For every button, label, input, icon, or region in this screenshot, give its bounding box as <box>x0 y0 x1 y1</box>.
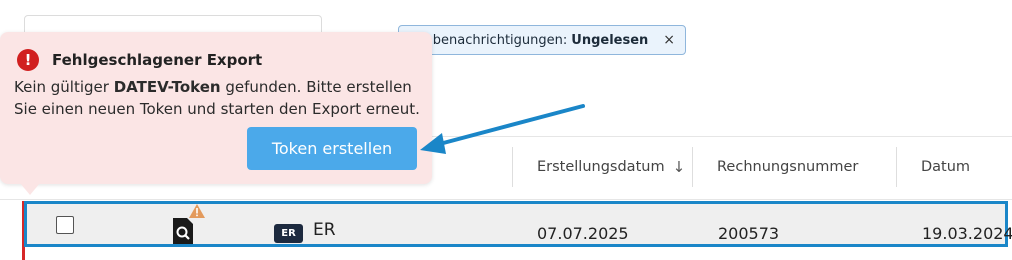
close-icon[interactable]: × <box>663 32 675 48</box>
export-error-popup: ! Fehlgeschlagener Export Kein gültiger … <box>0 32 432 184</box>
cell-erstellungsdatum: 07.07.2025 <box>537 224 629 243</box>
popup-message: Kein gültiger DATEV-Token gefunden. Bitt… <box>14 76 424 120</box>
sort-down-icon[interactable]: ↓ <box>673 158 686 176</box>
filter-chip-value: Ungelesen <box>571 32 649 48</box>
column-header-label: Rechnungsnummer <box>717 159 859 175</box>
table-row[interactable]: ER ER 07.07.2025 200573 19.03.2024 <box>24 201 1012 247</box>
error-icon: ! <box>17 49 39 71</box>
popup-message-token: DATEV-Token <box>113 78 221 96</box>
column-header-rechnungsnummer[interactable]: Rechnungsnummer <box>692 147 896 187</box>
column-header-erstellungsdatum[interactable]: Erstellungsdatum ↓ <box>512 147 692 187</box>
popup-title: Fehlgeschlagener Export <box>52 51 263 69</box>
cell-datum: 19.03.2024 <box>922 224 1012 243</box>
warning-icon <box>189 204 205 218</box>
column-header-datum[interactable]: Datum <box>896 147 1012 187</box>
document-search-icon[interactable] <box>173 218 193 244</box>
cell-rechnungsnummer: 200573 <box>718 224 780 243</box>
filter-chip-notifications[interactable]: tembenachrichtigungen: Ungelesen × <box>398 25 686 55</box>
type-badge: ER <box>274 224 303 243</box>
type-label: ER <box>313 220 336 240</box>
column-header-label: Datum <box>921 159 971 175</box>
popup-message-prefix: Kein gültiger <box>14 78 114 96</box>
row-checkbox[interactable] <box>56 216 74 234</box>
column-header-label: Erstellungsdatum <box>537 159 665 175</box>
create-token-button[interactable]: Token erstellen <box>247 127 417 170</box>
popup-caret <box>20 183 40 195</box>
